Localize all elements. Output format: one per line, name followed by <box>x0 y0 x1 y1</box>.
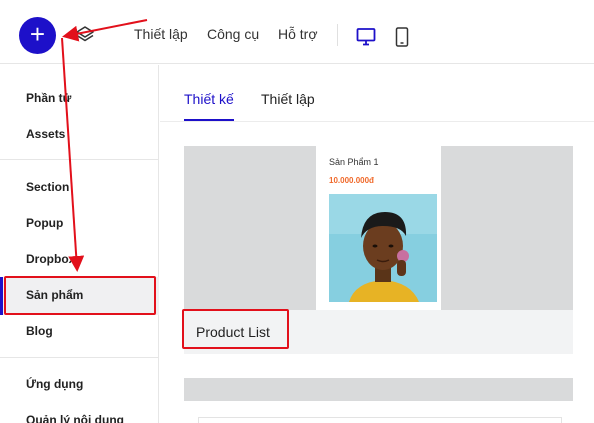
product-price: 10.000.000đ <box>329 176 374 185</box>
preview-placeholder-right <box>441 146 573 310</box>
toolbar-divider <box>337 24 338 46</box>
preview-placeholder-box <box>198 417 562 423</box>
product-name: Sản Phẩm 1 <box>329 157 379 167</box>
sidebar-active-indicator <box>0 277 3 315</box>
sidebar-item-dropbox[interactable]: Dropbox <box>26 252 75 266</box>
mobile-icon[interactable] <box>395 27 409 47</box>
sidebar-item-assets[interactable]: Assets <box>26 127 65 141</box>
layers-icon[interactable] <box>75 24 95 44</box>
sidebar-item-apps[interactable]: Ứng dụng <box>26 377 83 391</box>
menu-settings[interactable]: Thiết lập <box>134 26 188 42</box>
tab-settings[interactable]: Thiết lập <box>261 91 315 107</box>
product-image <box>329 194 437 302</box>
preview-placeholder-left <box>184 146 316 310</box>
tab-active-underline <box>184 119 234 121</box>
menu-support[interactable]: Hỗ trợ <box>278 26 318 42</box>
top-toolbar: + Thiết lập Công cụ Hỗ trợ <box>0 0 594 64</box>
add-element-button[interactable]: + <box>19 17 56 54</box>
highlight-box-product-list <box>182 309 289 349</box>
desktop-icon[interactable] <box>356 27 376 47</box>
sidebar-item-content-manager[interactable]: Quản lý nội dung <box>26 413 124 423</box>
sidebar-divider <box>0 159 159 160</box>
product-card[interactable]: Sản Phẩm 1 10.000.000đ <box>316 146 441 310</box>
sidebar-item-popup[interactable]: Popup <box>26 216 63 230</box>
sidebar-item-section[interactable]: Section <box>26 180 69 194</box>
sidebar-item-elements[interactable]: Phần tử <box>26 91 71 105</box>
sidebar: Phần tử Assets Section Popup Dropbox Sản… <box>0 65 159 423</box>
sidebar-divider <box>0 357 159 358</box>
tab-design[interactable]: Thiết kế <box>184 91 234 107</box>
preview-placeholder-bar <box>184 378 573 401</box>
menu-tools[interactable]: Công cụ <box>207 26 259 42</box>
highlight-box-products <box>4 276 156 315</box>
panel-tabs: Thiết kế Thiết lập <box>160 65 594 122</box>
sidebar-item-blog[interactable]: Blog <box>26 324 53 338</box>
